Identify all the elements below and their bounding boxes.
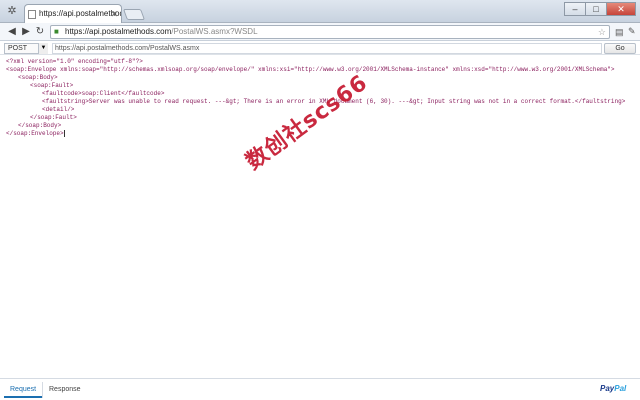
- new-tab-button[interactable]: [122, 9, 146, 20]
- minimize-button[interactable]: –: [564, 2, 586, 16]
- paypal-logo-b: Pal: [614, 384, 627, 393]
- forward-arrow-icon[interactable]: ▶: [20, 26, 32, 38]
- browser-window: ✲ https://api.postalmethods.com ✕ – □ ✕ …: [0, 0, 640, 400]
- close-window-button[interactable]: ✕: [606, 2, 636, 16]
- page-icon: [28, 10, 36, 19]
- bottom-bar: Request Response PayPal: [0, 378, 640, 400]
- back-arrow-icon[interactable]: ◀: [6, 26, 18, 38]
- xml-line: <soap:Body>: [18, 74, 58, 81]
- paypal-logo[interactable]: PayPal: [600, 384, 626, 393]
- browser-tab[interactable]: https://api.postalmethods.com ✕: [24, 4, 122, 24]
- maximize-button[interactable]: □: [585, 2, 607, 16]
- star-icon[interactable]: ☆: [598, 26, 606, 38]
- text-cursor: [63, 130, 65, 137]
- url-path: /PostalWS.asmx?WSDL: [171, 27, 258, 36]
- xml-line: <soap:Envelope xmlns:soap="http://schema…: [6, 66, 615, 73]
- chevron-down-icon[interactable]: ▼: [38, 43, 48, 54]
- lock-icon: ■: [54, 27, 59, 36]
- paypal-logo-a: Pay: [600, 384, 615, 393]
- tab-response[interactable]: Response: [42, 382, 87, 398]
- xml-line: <?xml version="1.0" encoding="utf-8"?>: [6, 58, 143, 65]
- url-host: https://api.postalmethods.com: [65, 27, 172, 36]
- request-bar: POST ▼ https://api.postalmethods.com/Pos…: [0, 42, 640, 55]
- xml-line-last: </soap:Envelope>: [6, 130, 640, 138]
- address-bar[interactable]: ■ https://api.postalmethods.com/PostalWS…: [50, 25, 610, 39]
- reload-icon[interactable]: ↻: [34, 26, 46, 38]
- tab-request[interactable]: Request: [4, 382, 43, 398]
- page-menu-icon[interactable]: ▤: [615, 27, 624, 38]
- title-bar: ✲ https://api.postalmethods.com ✕ – □ ✕: [0, 0, 640, 24]
- browser-toolbar: ◀ ▶ ↻ ■ https://api.postalmethods.com/Po…: [0, 23, 640, 41]
- go-button[interactable]: Go: [604, 43, 636, 54]
- close-tab-icon[interactable]: ✕: [110, 5, 118, 23]
- wrench-icon[interactable]: ✎: [628, 26, 636, 37]
- window-controls: – □ ✕: [564, 2, 636, 16]
- puzzle-icon[interactable]: ✲: [6, 5, 18, 17]
- xml-line: </soap:Envelope>: [6, 130, 64, 138]
- request-url-input[interactable]: https://api.postalmethods.com/PostalWS.a…: [52, 43, 602, 54]
